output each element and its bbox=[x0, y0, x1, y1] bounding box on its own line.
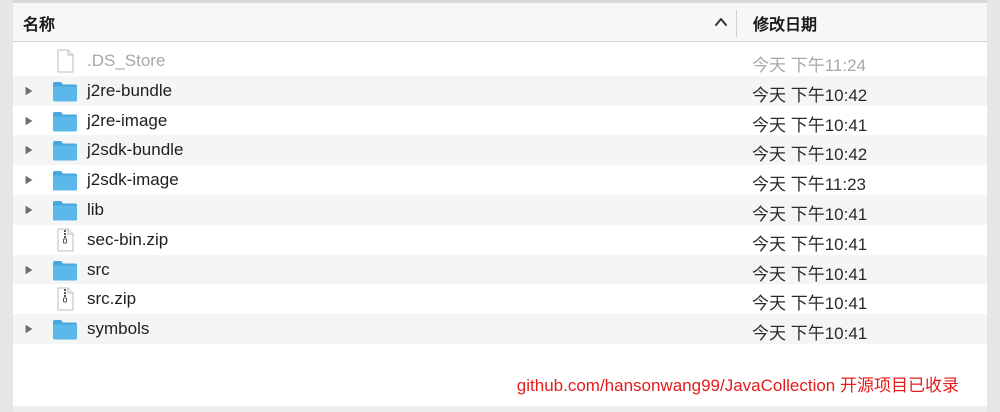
file-row[interactable]: symbols 今天 下午10:41 bbox=[13, 314, 987, 344]
file-modified-date: 今天 下午10:41 bbox=[752, 264, 868, 284]
file-row[interactable]: .DS_Store 今天 下午11:24 bbox=[13, 46, 987, 76]
chevron-up-icon[interactable] bbox=[714, 15, 728, 29]
file-name: j2sdk-bundle bbox=[87, 140, 184, 160]
finder-window: 名称 修改日期 .DS_Store 今天 下午11:24 j2re-bundle 今天… bbox=[0, 0, 1000, 412]
file-name: j2sdk-image bbox=[87, 170, 179, 190]
file-row[interactable]: j2sdk-bundle 今天 下午10:42 bbox=[13, 135, 987, 166]
file-row[interactable]: src 今天 下午10:41 bbox=[13, 254, 987, 285]
folder-icon bbox=[52, 258, 78, 282]
file-name: j2re-image bbox=[87, 110, 168, 130]
folder-icon bbox=[52, 317, 78, 341]
name-column-header[interactable]: 名称 bbox=[13, 3, 736, 42]
file-modified-date: 今天 下午10:42 bbox=[752, 145, 868, 165]
file-name: .DS_Store bbox=[87, 51, 166, 70]
file-row[interactable]: j2re-image 今天 下午10:41 bbox=[13, 106, 987, 136]
folder-icon bbox=[52, 109, 78, 133]
file-modified-date: 今天 下午10:41 bbox=[752, 204, 868, 224]
status-bar bbox=[13, 406, 987, 412]
column-header: 名称 修改日期 bbox=[13, 0, 987, 42]
disclosure-triangle-icon[interactable] bbox=[22, 84, 36, 98]
folder-icon bbox=[52, 138, 78, 162]
disclosure-triangle-icon[interactable] bbox=[22, 322, 36, 336]
file-modified-date: 今天 下午10:42 bbox=[752, 85, 868, 105]
file-name: j2re-bundle bbox=[87, 80, 173, 100]
file-list: .DS_Store 今天 下午11:24 j2re-bundle 今天 下午10:42… bbox=[13, 46, 987, 344]
file-name: src.zip bbox=[87, 289, 137, 309]
watermark-text: github.com/hansonwang99/JavaCollection 开… bbox=[516, 376, 959, 395]
file-modified-date: 今天 下午10:41 bbox=[752, 115, 868, 135]
file-name: src bbox=[87, 259, 110, 279]
disclosure-triangle-icon[interactable] bbox=[22, 203, 36, 217]
file-name: symbols bbox=[87, 319, 150, 339]
zip-file-icon bbox=[52, 228, 78, 252]
file-modified-date: 今天 下午10:41 bbox=[752, 324, 868, 344]
file-modified-date: 今天 下午11:23 bbox=[752, 175, 867, 195]
document-icon bbox=[52, 49, 78, 73]
file-modified-date: 今天 下午10:41 bbox=[752, 234, 868, 254]
file-name: sec-bin.zip bbox=[87, 229, 169, 249]
file-row[interactable]: j2sdk-image 今天 下午11:23 bbox=[13, 165, 987, 195]
disclosure-triangle-icon[interactable] bbox=[22, 114, 36, 128]
zip-file-icon bbox=[52, 287, 78, 311]
file-modified-date: 今天 下午10:41 bbox=[752, 294, 868, 314]
date-column-header[interactable]: 修改日期 bbox=[737, 3, 987, 42]
file-row[interactable]: src.zip 今天 下午10:41 bbox=[13, 284, 987, 314]
disclosure-triangle-icon[interactable] bbox=[22, 263, 36, 277]
file-name: lib bbox=[87, 199, 105, 219]
folder-icon bbox=[52, 79, 78, 103]
file-row[interactable]: j2re-bundle 今天 下午10:42 bbox=[13, 75, 987, 106]
name-column-label: 名称 bbox=[23, 16, 56, 34]
folder-icon bbox=[52, 198, 78, 222]
disclosure-triangle-icon[interactable] bbox=[22, 173, 36, 187]
disclosure-triangle-icon[interactable] bbox=[22, 143, 36, 157]
file-modified-date: 今天 下午11:24 bbox=[752, 56, 867, 75]
file-row[interactable]: lib 今天 下午10:41 bbox=[13, 194, 987, 225]
folder-icon bbox=[52, 168, 78, 192]
date-column-label: 修改日期 bbox=[753, 16, 818, 34]
file-row[interactable]: sec-bin.zip 今天 下午10:41 bbox=[13, 225, 987, 255]
